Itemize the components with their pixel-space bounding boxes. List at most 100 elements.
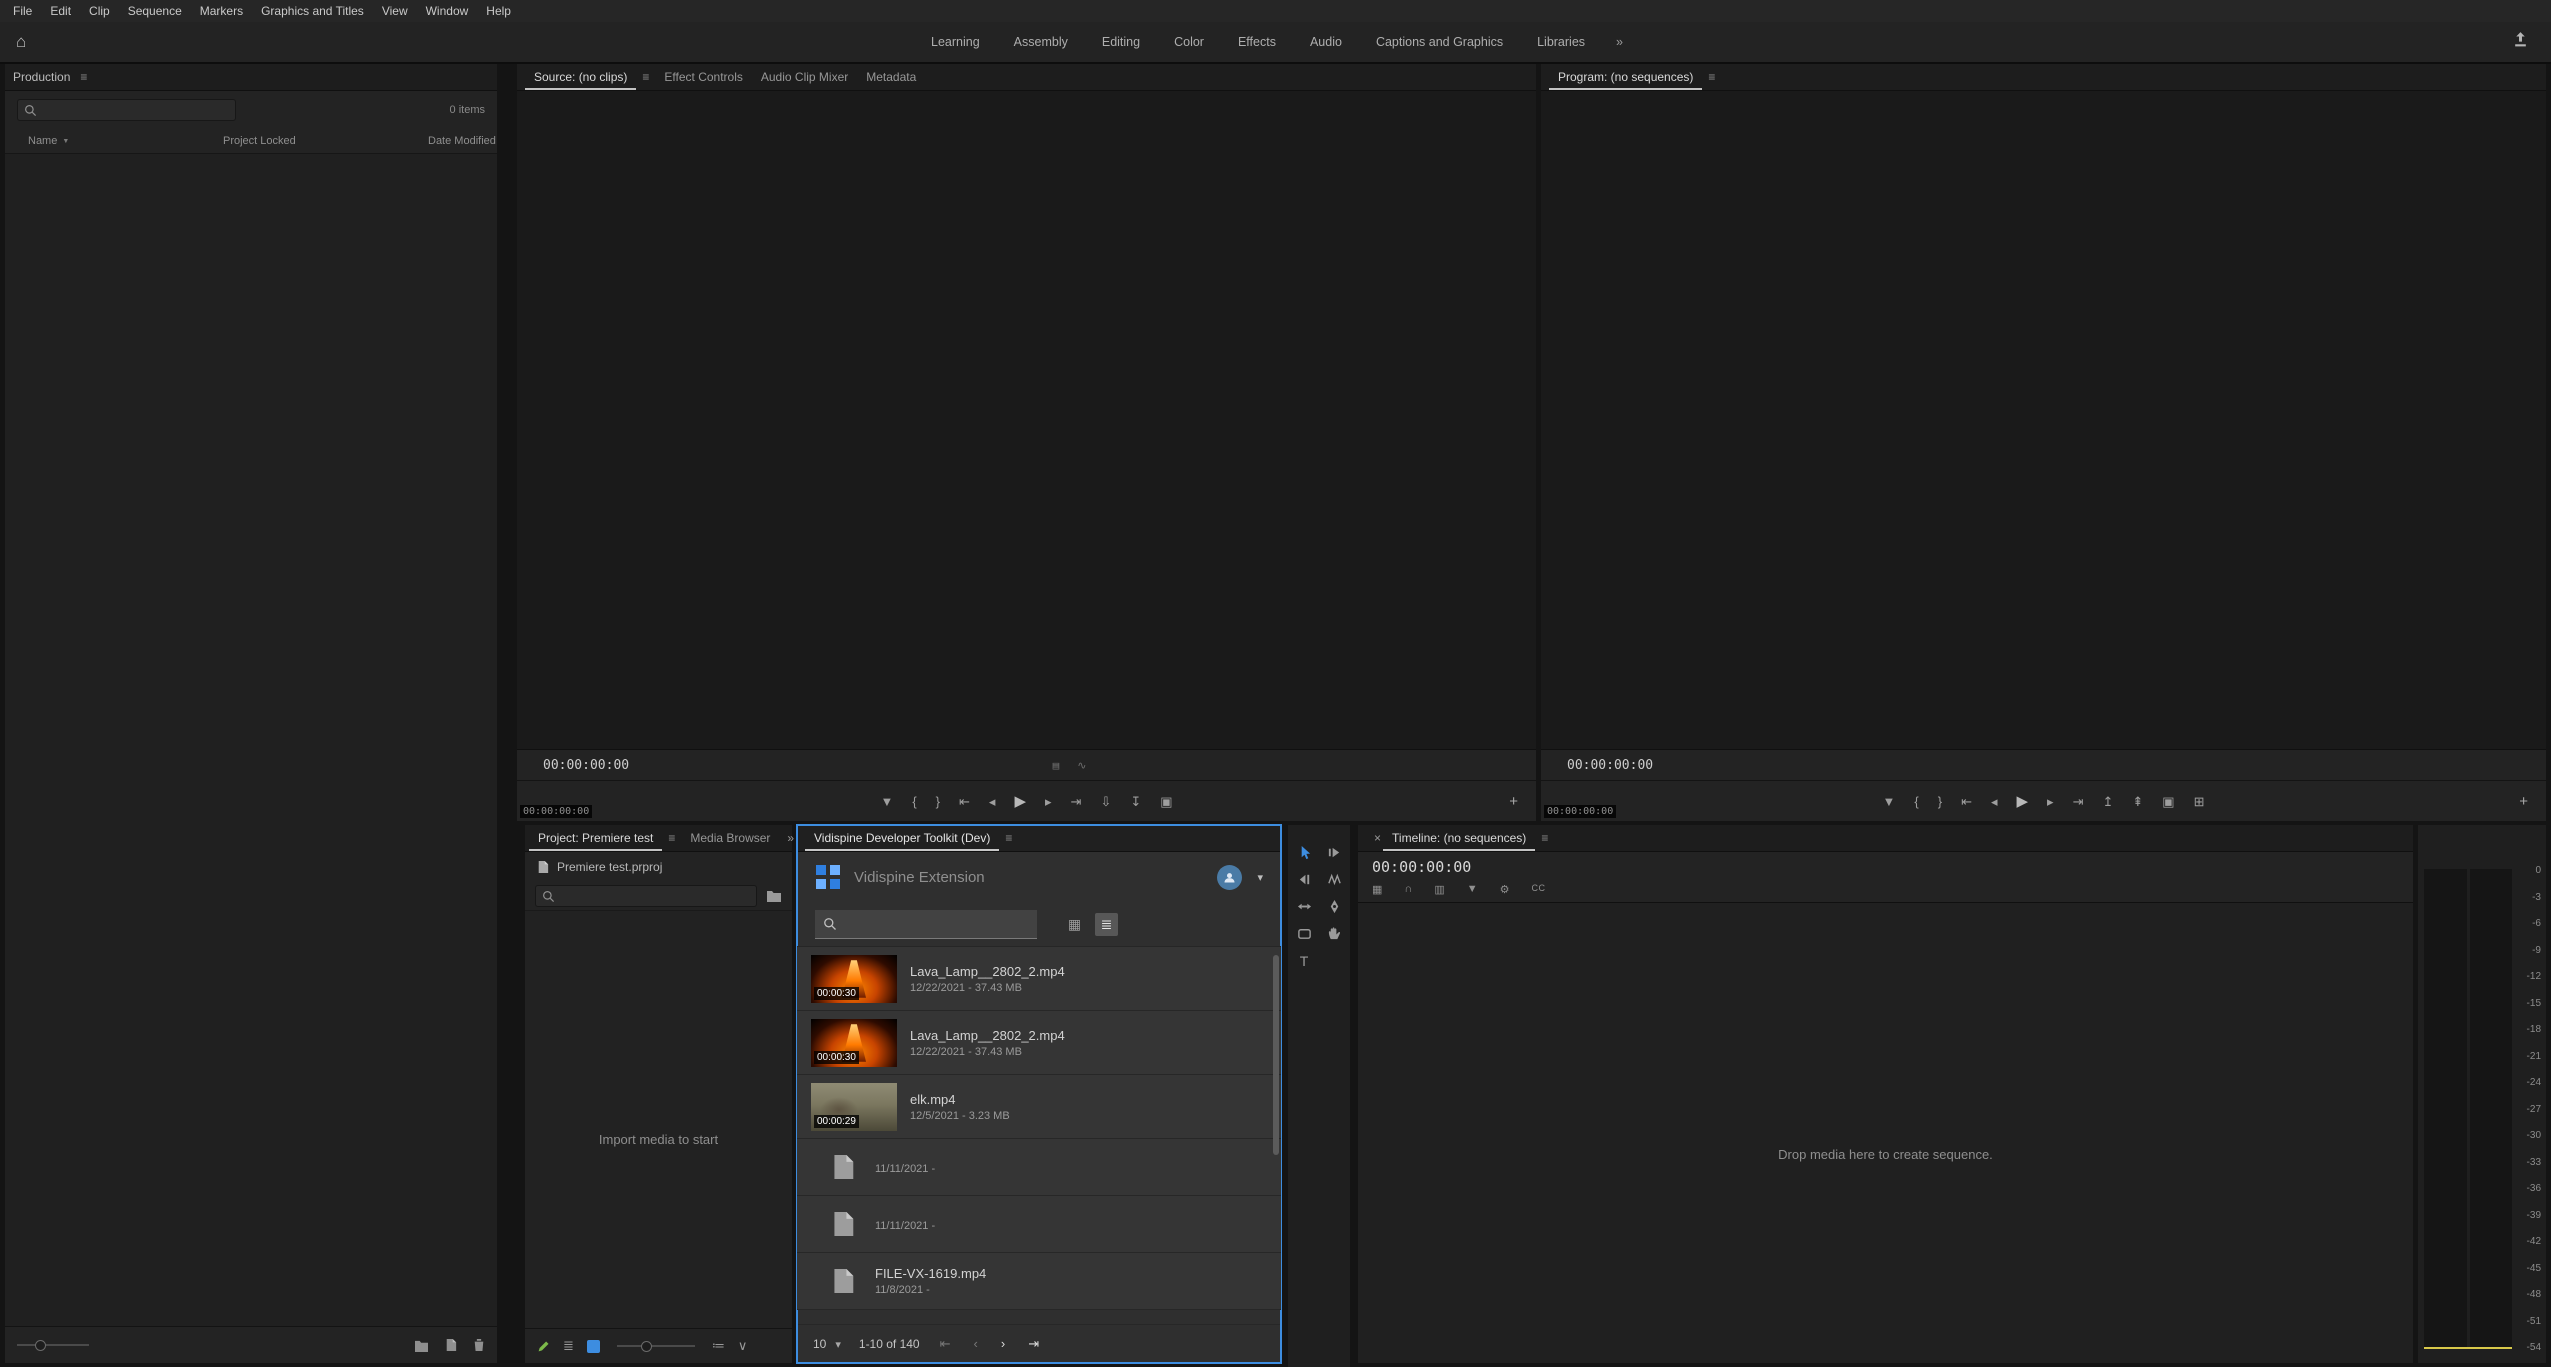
- step-forward-button[interactable]: ▸: [1045, 795, 1052, 808]
- panel-menu-icon[interactable]: ≡: [999, 831, 1018, 845]
- icon-view-icon[interactable]: [587, 1340, 600, 1353]
- user-avatar[interactable]: [1217, 865, 1242, 890]
- next-page-icon[interactable]: ›: [1001, 1336, 1005, 1352]
- export-share-icon[interactable]: [2512, 31, 2529, 48]
- tab-program[interactable]: Program: (no sequences): [1549, 64, 1702, 90]
- slider-handle[interactable]: [641, 1341, 652, 1352]
- menu-graphics-titles[interactable]: Graphics and Titles: [252, 0, 373, 22]
- production-search-field[interactable]: [42, 103, 229, 117]
- tab-timeline[interactable]: Timeline: (no sequences): [1383, 825, 1535, 851]
- menu-help[interactable]: Help: [477, 0, 520, 22]
- lift-button[interactable]: ↥: [2102, 795, 2113, 808]
- menu-sequence[interactable]: Sequence: [119, 0, 191, 22]
- menu-clip[interactable]: Clip: [80, 0, 119, 22]
- vidispine-search-field[interactable]: [844, 916, 1029, 932]
- new-item-icon[interactable]: [445, 1338, 457, 1352]
- column-project-locked[interactable]: Project Locked: [223, 135, 428, 147]
- list-view-icon[interactable]: ≣: [563, 1338, 574, 1354]
- mark-out-button[interactable]: }: [1938, 795, 1942, 808]
- filter-icon[interactable]: ▼: [62, 138, 69, 145]
- page-size-select[interactable]: 10 ▾: [813, 1337, 841, 1351]
- list-item[interactable]: FILE-VX-1619.mp4 11/8/2021 -: [797, 1253, 1281, 1310]
- panel-menu-icon[interactable]: ≡: [636, 70, 655, 84]
- nest-toggle-icon[interactable]: ▦: [1372, 883, 1382, 896]
- go-to-in-button[interactable]: ⇤: [959, 795, 970, 808]
- track-select-tool[interactable]: [1319, 839, 1349, 866]
- menu-markers[interactable]: Markers: [191, 0, 252, 22]
- linked-selection-icon[interactable]: ▥: [1434, 883, 1444, 896]
- list-view-icon[interactable]: ≣: [1095, 913, 1118, 936]
- list-item[interactable]: 00:00:30 Lava_Lamp__2802_2.mp4 12/22/202…: [797, 1011, 1281, 1075]
- thumbnail-zoom-slider[interactable]: [617, 1340, 695, 1352]
- tab-effect-controls[interactable]: Effect Controls: [655, 64, 751, 90]
- last-page-icon[interactable]: ⇥: [1028, 1336, 1039, 1352]
- trash-icon[interactable]: [473, 1338, 485, 1352]
- vidispine-search-input[interactable]: [815, 910, 1037, 939]
- project-writable-pencil-icon[interactable]: [537, 1340, 550, 1353]
- mark-in-button[interactable]: {: [1914, 795, 1918, 808]
- list-scrollbar[interactable]: [1273, 955, 1279, 1155]
- timeline-playhead-timecode[interactable]: 00:00:00:00: [1372, 858, 1471, 876]
- add-marker-button[interactable]: ▼: [1883, 795, 1896, 808]
- hand-tool[interactable]: [1319, 920, 1349, 947]
- workspace-tab-assembly[interactable]: Assembly: [997, 22, 1085, 62]
- list-item[interactable]: 11/11/2021 -: [797, 1139, 1281, 1196]
- go-to-out-button[interactable]: ⇥: [2073, 795, 2084, 808]
- captions-icon[interactable]: CC: [1531, 883, 1545, 896]
- workspace-tab-color[interactable]: Color: [1157, 22, 1221, 62]
- play-button[interactable]: ▶: [1014, 794, 1026, 809]
- comparison-view-button[interactable]: ⊞: [2194, 795, 2205, 808]
- snap-icon[interactable]: ∩: [1404, 883, 1412, 896]
- export-frame-button[interactable]: ▣: [1160, 795, 1172, 808]
- tab-audio-clip-mixer[interactable]: Audio Clip Mixer: [752, 64, 857, 90]
- workspace-tab-effects[interactable]: Effects: [1221, 22, 1293, 62]
- slip-tool[interactable]: [1289, 893, 1319, 920]
- workspace-tab-captions-graphics[interactable]: Captions and Graphics: [1359, 22, 1520, 62]
- go-to-in-button[interactable]: ⇤: [1961, 795, 1972, 808]
- new-bin-icon[interactable]: [414, 1339, 429, 1352]
- step-forward-button[interactable]: ▸: [2047, 795, 2054, 808]
- go-to-out-button[interactable]: ⇥: [1071, 795, 1082, 808]
- mark-out-button[interactable]: }: [936, 795, 940, 808]
- column-name[interactable]: Name ▼: [28, 135, 223, 147]
- grid-view-icon[interactable]: ▦: [1063, 913, 1086, 936]
- timeline-settings-wrench-icon[interactable]: ⚙: [1500, 883, 1510, 896]
- panel-menu-icon[interactable]: ≡: [74, 70, 93, 84]
- insert-button[interactable]: ⇩: [1100, 795, 1111, 808]
- tab-vidispine-toolkit[interactable]: Vidispine Developer Toolkit (Dev): [805, 825, 999, 851]
- pen-tool[interactable]: [1319, 893, 1349, 920]
- button-editor-plus-icon[interactable]: +: [1509, 793, 1518, 810]
- automate-to-sequence-icon[interactable]: ≔: [712, 1338, 725, 1354]
- remix-tool[interactable]: [1319, 866, 1349, 893]
- capture-folder-icon[interactable]: [766, 890, 782, 903]
- tab-metadata[interactable]: Metadata: [857, 64, 925, 90]
- home-icon[interactable]: ⌂: [16, 32, 26, 52]
- menu-window[interactable]: Window: [417, 0, 478, 22]
- selection-tool[interactable]: [1289, 839, 1319, 866]
- extract-button[interactable]: ⇞: [2132, 795, 2143, 808]
- workspace-overflow-icon[interactable]: »: [1602, 35, 1637, 49]
- add-marker-icon[interactable]: ▼: [1467, 883, 1478, 896]
- play-button[interactable]: ▶: [2017, 794, 2029, 809]
- workspace-tab-editing[interactable]: Editing: [1085, 22, 1157, 62]
- prev-page-icon[interactable]: ‹: [974, 1336, 978, 1352]
- list-item[interactable]: 00:00:29 elk.mp4 12/5/2021 - 3.23 MB: [797, 1075, 1281, 1139]
- ripple-edit-tool[interactable]: [1289, 866, 1319, 893]
- avatar-caret-icon[interactable]: ▾: [1257, 871, 1263, 884]
- list-item[interactable]: 11/11/2021 -: [797, 1196, 1281, 1253]
- first-page-icon[interactable]: ⇤: [940, 1336, 951, 1352]
- chevron-down-icon[interactable]: ∨: [738, 1338, 748, 1354]
- panel-menu-icon[interactable]: ≡: [662, 831, 681, 845]
- tab-source[interactable]: Source: (no clips): [525, 64, 636, 90]
- panel-menu-icon[interactable]: ≡: [1535, 831, 1554, 845]
- menu-edit[interactable]: Edit: [41, 0, 80, 22]
- zoom-slider[interactable]: [17, 1339, 89, 1351]
- close-icon[interactable]: ×: [1368, 831, 1383, 845]
- export-frame-button[interactable]: ▣: [2162, 795, 2174, 808]
- step-back-button[interactable]: ◂: [1991, 795, 1998, 808]
- project-bin-area[interactable]: Import media to start: [525, 910, 792, 1328]
- drag-video-icon[interactable]: ▤: [1053, 759, 1060, 772]
- rectangle-tool[interactable]: [1289, 920, 1319, 947]
- project-search-field[interactable]: [560, 889, 750, 903]
- add-marker-button[interactable]: ▼: [880, 795, 893, 808]
